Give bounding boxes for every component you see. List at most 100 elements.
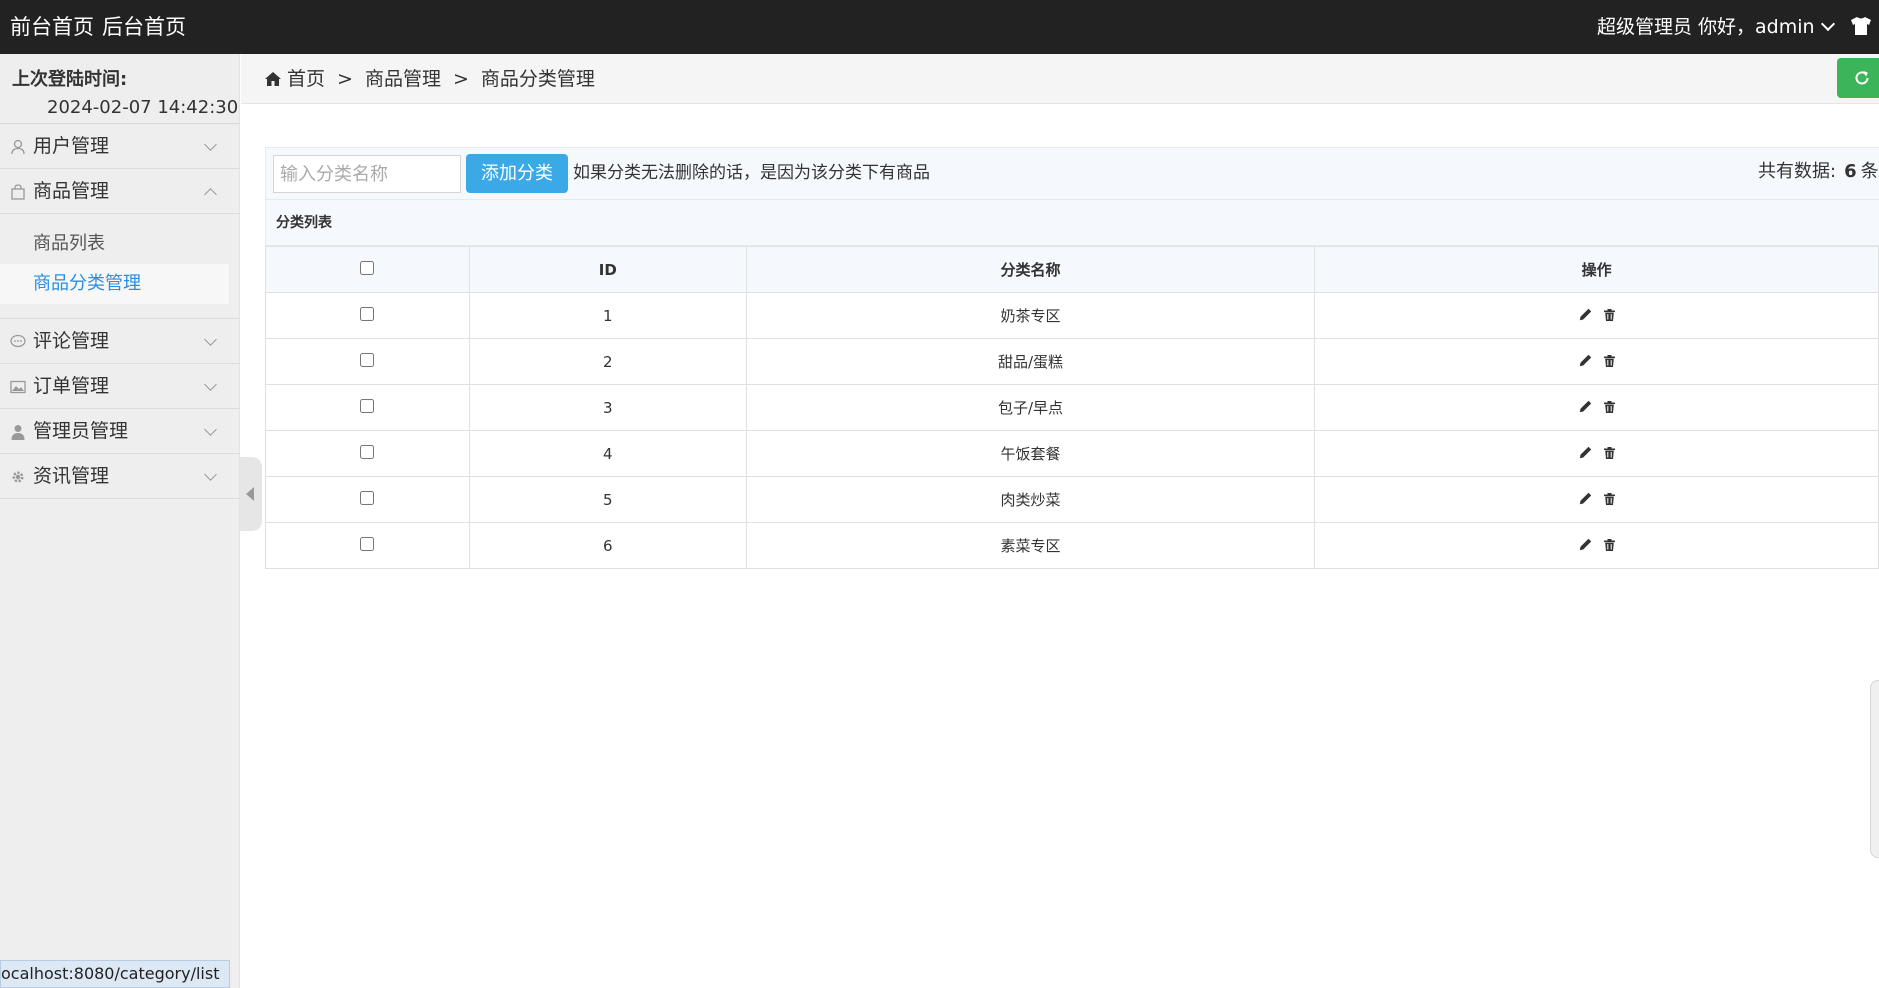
admin-icon xyxy=(11,425,25,440)
breadcrumb-bar: 首页 > 商品管理 > 商品分类管理 xyxy=(241,54,1879,104)
total-label: 共有数据: xyxy=(1758,161,1837,182)
user-menu[interactable]: 你好，admin xyxy=(1698,14,1835,40)
breadcrumb-home[interactable]: 首页 xyxy=(287,68,325,90)
edit-icon[interactable] xyxy=(1579,491,1592,509)
sidebar-item-product-management[interactable]: 商品管理 xyxy=(0,169,239,214)
product-submenu: 商品列表 商品分类管理 xyxy=(0,214,239,319)
refresh-icon xyxy=(1855,71,1869,85)
caret-left-icon xyxy=(246,487,254,501)
column-header-actions: 操作 xyxy=(1314,246,1879,293)
row-select-cell xyxy=(265,522,470,569)
home-icon xyxy=(265,72,281,86)
status-bar-url: ocalhost:8080/category/list xyxy=(0,960,231,988)
add-category-button[interactable]: 添加分类 xyxy=(466,154,568,193)
chevron-down-icon xyxy=(204,378,217,391)
row-id: 1 xyxy=(468,292,747,339)
user-icon xyxy=(11,139,25,155)
row-category-name: 包子/早点 xyxy=(745,384,1316,431)
table-row: 2 甜品/蛋糕 xyxy=(265,338,1879,385)
delete-icon[interactable] xyxy=(1603,399,1615,417)
row-checkbox[interactable] xyxy=(360,306,375,321)
chevron-down-icon xyxy=(204,423,217,436)
column-header-id: ID xyxy=(468,246,747,293)
breadcrumb-separator: > xyxy=(337,68,353,90)
chevron-down-icon xyxy=(1820,16,1835,32)
row-category-name: 素菜专区 xyxy=(745,522,1316,569)
row-id: 2 xyxy=(468,338,747,385)
refresh-button[interactable] xyxy=(1837,58,1879,98)
delete-icon[interactable] xyxy=(1603,445,1615,463)
row-category-name: 甜品/蛋糕 xyxy=(745,338,1316,385)
row-checkbox[interactable] xyxy=(360,352,375,367)
row-category-name: 奶茶专区 xyxy=(745,292,1316,339)
table-row: 1 奶茶专区 xyxy=(265,292,1879,339)
select-all-checkbox[interactable] xyxy=(360,260,375,275)
sidebar-item-admin-management[interactable]: 管理员管理 xyxy=(0,409,239,454)
back-home-link[interactable]: 后台首页 xyxy=(102,13,186,41)
delete-icon[interactable] xyxy=(1603,537,1615,555)
bag-icon xyxy=(11,184,25,200)
table-caption: 分类列表 xyxy=(265,200,1879,246)
total-number: 6 xyxy=(1844,161,1857,182)
edit-icon[interactable] xyxy=(1579,537,1592,555)
sidebar-subitem-category-management[interactable]: 商品分类管理 xyxy=(0,264,229,304)
row-actions xyxy=(1314,476,1879,523)
column-header-name: 分类名称 xyxy=(745,246,1316,293)
sidebar-collapse-toggle[interactable] xyxy=(240,457,262,531)
sidebar: 上次登陆时间: 2024-02-07 14:42:30 用户管理 商品管理 商品… xyxy=(0,54,240,988)
edit-icon[interactable] xyxy=(1579,399,1592,417)
role-label: 超级管理员 xyxy=(1597,16,1693,38)
sidebar-item-label: 商品管理 xyxy=(33,180,110,202)
sidebar-item-comment-management[interactable]: 评论管理 xyxy=(0,319,239,364)
comment-icon xyxy=(10,334,26,348)
sidebar-item-label: 订单管理 xyxy=(33,375,110,397)
edit-icon[interactable] xyxy=(1579,307,1592,325)
top-navbar: 前台首页 后台首页 超级管理员 你好，admin xyxy=(0,0,1879,54)
last-login-panel: 上次登陆时间: 2024-02-07 14:42:30 xyxy=(0,54,239,124)
floating-side-widget[interactable] xyxy=(1870,680,1879,858)
row-id: 4 xyxy=(468,430,747,477)
shirt-icon[interactable] xyxy=(1850,16,1872,36)
sidebar-item-order-management[interactable]: 订单管理 xyxy=(0,364,239,409)
row-select-cell xyxy=(265,292,470,339)
row-id: 5 xyxy=(468,476,747,523)
row-category-name: 肉类炒菜 xyxy=(745,476,1316,523)
row-select-cell xyxy=(265,430,470,477)
sidebar-item-label: 资讯管理 xyxy=(33,465,110,487)
breadcrumb-category-management: 商品分类管理 xyxy=(480,68,595,90)
delete-icon[interactable] xyxy=(1603,353,1615,371)
delete-icon[interactable] xyxy=(1603,307,1615,325)
row-select-cell xyxy=(265,476,470,523)
total-count: 共有数据: 6 条 xyxy=(1758,159,1879,185)
front-home-link[interactable]: 前台首页 xyxy=(10,13,94,41)
row-category-name: 午饭套餐 xyxy=(745,430,1316,477)
gear-icon xyxy=(12,471,24,483)
edit-icon[interactable] xyxy=(1579,445,1592,463)
row-actions xyxy=(1314,338,1879,385)
select-all-cell xyxy=(265,246,470,293)
table-header-row: ID 分类名称 操作 xyxy=(265,246,1879,293)
row-checkbox[interactable] xyxy=(360,444,375,459)
category-table: ID 分类名称 操作 1 奶茶专区 2 甜品/蛋糕 3 包子/早点 4 午饭套餐 5 肉类炒菜 6 素… xyxy=(265,246,1879,569)
chevron-up-icon xyxy=(204,188,217,201)
delete-icon[interactable] xyxy=(1603,491,1615,509)
breadcrumb-product-management[interactable]: 商品管理 xyxy=(365,68,441,90)
category-name-input[interactable] xyxy=(273,155,461,193)
row-select-cell xyxy=(265,338,470,385)
table-row: 6 素菜专区 xyxy=(265,522,1879,569)
sidebar-item-user-management[interactable]: 用户管理 xyxy=(0,124,239,169)
row-id: 6 xyxy=(468,522,747,569)
row-checkbox[interactable] xyxy=(360,490,375,505)
row-select-cell xyxy=(265,384,470,431)
sidebar-item-label: 管理员管理 xyxy=(33,420,129,442)
breadcrumb: 首页 > 商品管理 > 商品分类管理 xyxy=(265,66,595,92)
edit-icon[interactable] xyxy=(1579,353,1592,371)
sidebar-subitem-product-list[interactable]: 商品列表 xyxy=(0,224,229,264)
total-unit: 条 xyxy=(1860,161,1879,182)
category-toolbar: 添加分类 如果分类无法删除的话，是因为该分类下有商品 共有数据: 6条 xyxy=(265,147,1879,200)
sidebar-item-news-management[interactable]: 资讯管理 xyxy=(0,454,239,499)
row-actions xyxy=(1314,522,1879,569)
row-checkbox[interactable] xyxy=(360,398,375,413)
breadcrumb-separator: > xyxy=(452,68,469,90)
row-checkbox[interactable] xyxy=(360,536,375,551)
